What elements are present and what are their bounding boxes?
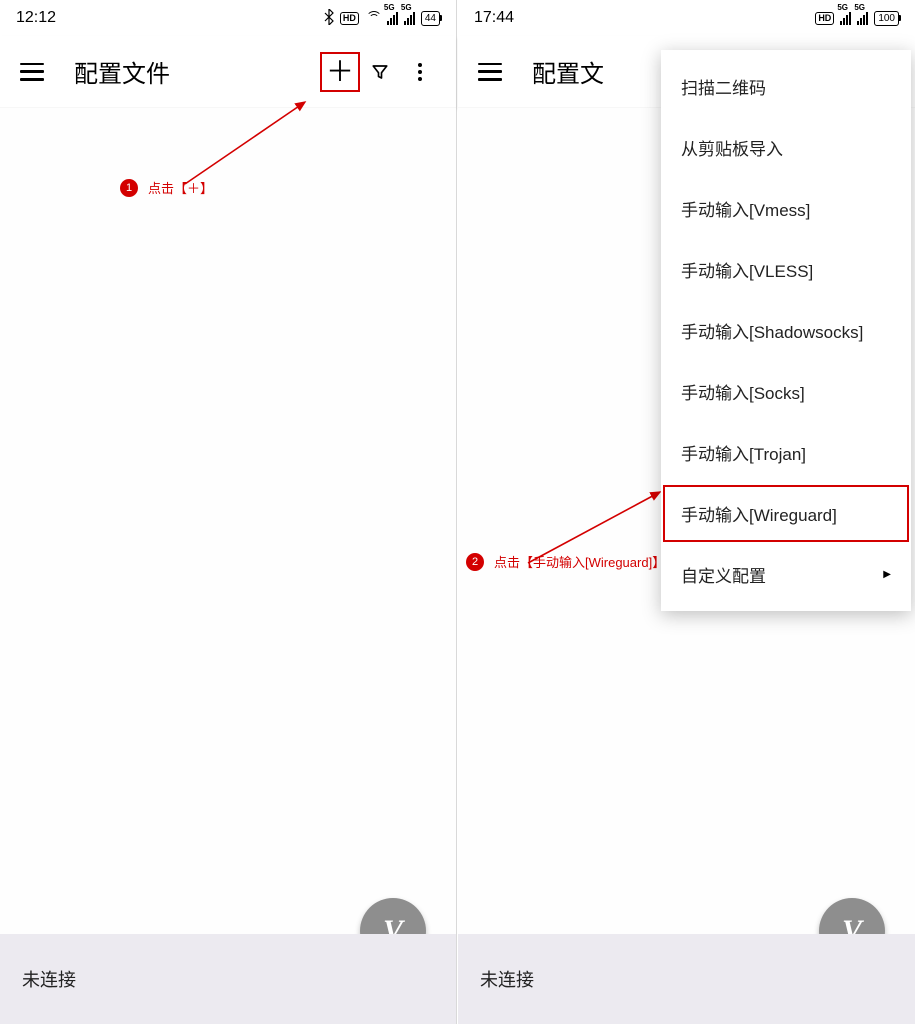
signal-icon-2: 5G xyxy=(857,11,868,25)
phone-screen-right: 17:44 HD 5G 5G 100 配置文 扫描二维码 从剪贴板导入 手动输入… xyxy=(458,0,915,1024)
annotation-2: 2 点击【手动输入[Wireguard]】 xyxy=(466,552,665,571)
hd-icon: HD xyxy=(340,12,359,25)
add-button[interactable]: ＋ xyxy=(320,52,360,92)
filter-button[interactable] xyxy=(360,52,400,92)
menu-icon[interactable] xyxy=(478,63,502,81)
battery-icon: 100 xyxy=(874,11,899,26)
menu-item-scan-qr[interactable]: 扫描二维码 xyxy=(661,56,911,117)
status-bar: 17:44 HD 5G 5G 100 xyxy=(458,0,915,36)
menu-icon[interactable] xyxy=(20,63,44,81)
status-time: 17:44 xyxy=(474,9,514,27)
menu-item-wireguard[interactable]: 手动输入[Wireguard] xyxy=(661,483,911,544)
annotation-text: 点击【＋】 xyxy=(148,178,213,197)
menu-item-shadowsocks[interactable]: 手动输入[Shadowsocks] xyxy=(661,300,911,361)
phone-screen-left: 12:12 HD 5G 5G 44 配置文件 ＋ xyxy=(0,0,457,1024)
menu-item-custom[interactable]: 自定义配置 xyxy=(661,544,911,605)
status-bar-bottom: 未连接 xyxy=(0,934,456,1024)
menu-item-clipboard[interactable]: 从剪贴板导入 xyxy=(661,117,911,178)
status-time: 12:12 xyxy=(16,9,56,27)
status-bar-bottom: 未连接 xyxy=(458,934,915,1024)
more-button[interactable] xyxy=(400,52,440,92)
annotation-text: 点击【手动输入[Wireguard]】 xyxy=(494,552,665,571)
menu-item-vless[interactable]: 手动输入[VLESS] xyxy=(661,239,911,300)
status-bar: 12:12 HD 5G 5G 44 xyxy=(0,0,456,36)
signal-icon-1: 5G xyxy=(387,11,398,25)
kebab-icon xyxy=(418,63,422,81)
menu-item-socks[interactable]: 手动输入[Socks] xyxy=(661,361,911,422)
menu-item-trojan[interactable]: 手动输入[Trojan] xyxy=(661,422,911,483)
page-title: 配置文件 xyxy=(74,54,320,89)
add-profile-menu: 扫描二维码 从剪贴板导入 手动输入[Vmess] 手动输入[VLESS] 手动输… xyxy=(661,50,911,611)
wifi-icon xyxy=(365,12,381,24)
funnel-icon xyxy=(371,63,389,81)
hd-icon: HD xyxy=(815,12,834,25)
annotation-badge: 2 xyxy=(466,553,484,571)
connection-status: 未连接 xyxy=(480,966,534,992)
signal-icon-1: 5G xyxy=(840,11,851,25)
signal-icon-2: 5G xyxy=(404,11,415,25)
bluetooth-icon xyxy=(324,9,334,28)
content-area: 1 点击【＋】 xyxy=(0,108,456,934)
app-bar: 配置文件 ＋ xyxy=(0,36,456,108)
annotation-1: 1 点击【＋】 xyxy=(120,178,213,197)
status-icons: HD 5G 5G 100 xyxy=(815,11,899,26)
menu-item-vmess[interactable]: 手动输入[Vmess] xyxy=(661,178,911,239)
annotation-badge: 1 xyxy=(120,179,138,197)
status-icons: HD 5G 5G 44 xyxy=(324,9,440,28)
connection-status: 未连接 xyxy=(22,966,76,992)
battery-icon: 44 xyxy=(421,11,440,26)
plus-icon: ＋ xyxy=(326,58,354,86)
